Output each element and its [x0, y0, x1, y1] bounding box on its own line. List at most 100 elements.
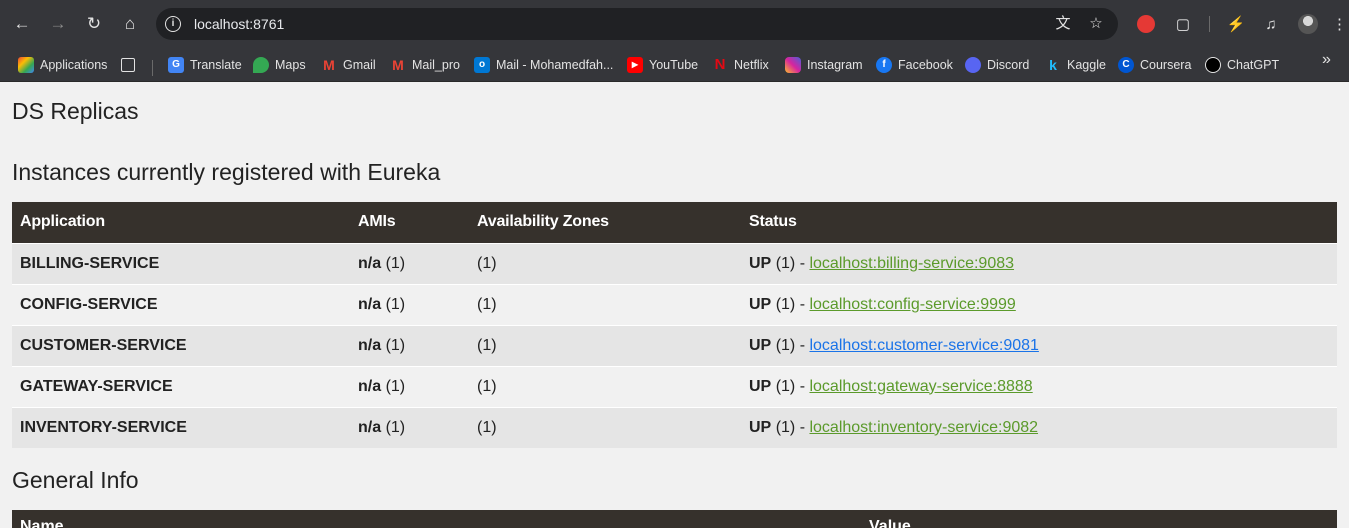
bookmark-translate[interactable]: G Translate — [168, 54, 242, 76]
status-count: (1) - — [775, 377, 806, 395]
bookmark-star-icon[interactable]: ☆ — [1086, 14, 1106, 34]
status-value: UP — [749, 254, 772, 272]
profile-avatar[interactable] — [1298, 14, 1318, 34]
more-bookmarks-chevron-icon[interactable]: » — [1322, 51, 1331, 69]
ami-value: n/a — [358, 254, 382, 272]
bookmark-label: Mail_pro — [412, 58, 460, 72]
bookmark-label: Coursera — [1140, 58, 1192, 72]
bookmark-discord[interactable]: Discord — [965, 54, 1029, 76]
application-name: INVENTORY-SERVICE — [12, 406, 350, 448]
table-row: CONFIG-SERVICE n/a (1) (1) UP (1) - loca… — [12, 283, 1337, 325]
instagram-icon — [785, 57, 801, 73]
application-name: BILLING-SERVICE — [12, 242, 350, 284]
address-url[interactable]: localhost:8761 — [194, 15, 284, 33]
bookmark-outlook[interactable]: o Mail - Mohamedfah... — [474, 54, 613, 76]
media-control-icon[interactable]: ♫ — [1260, 14, 1282, 36]
toolbar-divider — [1209, 16, 1210, 32]
table-row: CUSTOMER-SERVICE n/a (1) (1) UP (1) - lo… — [12, 324, 1337, 366]
instance-link[interactable]: localhost:inventory-service:9082 — [809, 419, 1038, 436]
gmail-icon: M — [392, 57, 404, 73]
address-bar[interactable]: i localhost:8761 文 ☆ — [156, 8, 1118, 40]
bookmark-maps[interactable]: Maps — [253, 54, 306, 76]
status-cell: UP (1) - localhost:gateway-service:8888 — [741, 365, 1337, 407]
site-info-icon[interactable]: i — [165, 16, 181, 32]
general-info-table-header: Name Value — [12, 510, 1337, 528]
zones-cell: (1) — [469, 324, 741, 366]
ami-value: n/a — [358, 418, 382, 436]
column-header-name: Name — [20, 518, 64, 528]
bookmark-label: ChatGPT — [1227, 58, 1280, 72]
apps-grid-icon — [18, 57, 34, 73]
status-value: UP — [749, 418, 772, 436]
status-cell: UP (1) - localhost:config-service:9999 — [741, 283, 1337, 325]
column-header-amis: AMIs — [350, 202, 469, 243]
performance-icon[interactable]: ⚡ — [1225, 14, 1247, 36]
bookmark-kaggle[interactable]: k Kaggle — [1045, 54, 1106, 76]
status-cell: UP (1) - localhost:customer-service:9081 — [741, 324, 1337, 366]
table-row: BILLING-SERVICE n/a (1) (1) UP (1) - loc… — [12, 242, 1337, 284]
forward-arrow-icon[interactable]: → — [46, 12, 70, 36]
bookmark-mail-pro[interactable]: M Mail_pro — [390, 54, 460, 76]
browser-toolbar: ← → ↻ ⌂ i localhost:8761 文 ☆ ▢ ⚡ ♫ ⋮ — [0, 0, 1349, 48]
ami-count: (1) — [385, 377, 406, 395]
bookmark-coursera[interactable]: C Coursera — [1118, 54, 1191, 76]
zones-cell: (1) — [469, 365, 741, 407]
coursera-icon: C — [1118, 57, 1134, 73]
status-cell: UP (1) - localhost:inventory-service:908… — [741, 406, 1337, 448]
home-icon[interactable]: ⌂ — [118, 12, 142, 36]
bookmark-label: Mail - Mohamedfah... — [496, 58, 614, 72]
ami-value: n/a — [358, 295, 382, 313]
bookmark-chatgpt[interactable]: ChatGPT — [1205, 54, 1279, 76]
column-header-value: Value — [869, 518, 911, 528]
bookmark-label: Applications — [40, 58, 108, 72]
bookmark-applications[interactable]: Applications — [18, 54, 107, 76]
grid-icon — [121, 58, 135, 72]
reload-icon[interactable]: ↻ — [82, 12, 106, 36]
instance-link[interactable]: localhost:gateway-service:8888 — [809, 378, 1032, 395]
general-info-heading: General Info — [12, 467, 139, 493]
bookmark-instagram[interactable]: Instagram — [785, 54, 863, 76]
status-value: UP — [749, 295, 772, 313]
bookmark-label: Discord — [987, 58, 1030, 72]
instance-link[interactable]: localhost:billing-service:9083 — [809, 255, 1014, 272]
status-value: UP — [749, 336, 772, 354]
status-count: (1) - — [775, 336, 806, 354]
bookmark-label: Translate — [190, 58, 242, 72]
amis-cell: n/a (1) — [350, 283, 469, 325]
ami-count: (1) — [385, 336, 406, 354]
bookmark-divider — [152, 60, 153, 76]
netflix-icon: N — [714, 56, 726, 73]
instance-link[interactable]: localhost:customer-service:9081 — [809, 337, 1038, 354]
translate-page-icon[interactable]: 文 — [1053, 14, 1073, 34]
bookmark-facebook[interactable]: f Facebook — [876, 54, 953, 76]
status-count: (1) - — [775, 254, 806, 272]
maps-icon — [253, 57, 269, 73]
ami-value: n/a — [358, 377, 382, 395]
column-header-application: Application — [12, 202, 350, 243]
instance-link[interactable]: localhost:config-service:9999 — [809, 296, 1015, 313]
discord-icon — [965, 57, 981, 73]
application-name: CUSTOMER-SERVICE — [12, 324, 350, 366]
tab-groups-button[interactable] — [121, 54, 141, 76]
bookmark-netflix[interactable]: N Netflix — [712, 54, 769, 76]
amis-cell: n/a (1) — [350, 324, 469, 366]
bookmarks-bar: Applications G Translate Maps M Gmail M … — [0, 48, 1349, 82]
column-header-status: Status — [741, 202, 1337, 243]
translate-icon: G — [168, 57, 184, 73]
outlook-icon: o — [474, 57, 490, 73]
zones-cell: (1) — [469, 283, 741, 325]
zones-cell: (1) — [469, 406, 741, 448]
adblock-extension-icon[interactable] — [1137, 15, 1155, 33]
application-name: GATEWAY-SERVICE — [12, 365, 350, 407]
bookmark-youtube[interactable]: ▶ YouTube — [627, 54, 698, 76]
status-count: (1) - — [775, 418, 806, 436]
extensions-puzzle-icon[interactable]: ▢ — [1172, 14, 1194, 36]
bookmark-label: Facebook — [898, 58, 953, 72]
page-title: DS Replicas — [12, 98, 139, 124]
ami-count: (1) — [385, 418, 406, 436]
back-arrow-icon[interactable]: ← — [10, 12, 34, 36]
amis-cell: n/a (1) — [350, 242, 469, 284]
facebook-icon: f — [876, 57, 892, 73]
more-menu-icon[interactable]: ⋮ — [1332, 14, 1347, 36]
bookmark-gmail[interactable]: M Gmail — [321, 54, 376, 76]
